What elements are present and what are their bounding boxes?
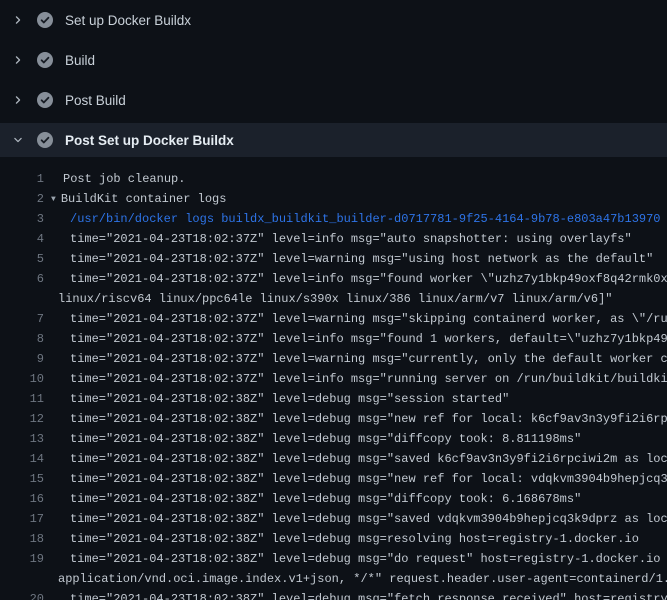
log-line-text: time="2021-04-23T18:02:38Z" level=debug … [70,552,667,566]
log-line-text: time="2021-04-23T18:02:37Z" level=warnin… [70,252,653,266]
line-number[interactable]: 5 [0,249,44,269]
log-line: application/vnd.oci.image.index.v1+json,… [0,569,667,589]
log-line-text: time="2021-04-23T18:02:37Z" level=warnin… [70,312,667,326]
log-line: 13 time="2021-04-23T18:02:38Z" level=deb… [0,429,667,449]
log-line: 4 time="2021-04-23T18:02:37Z" level=info… [0,229,667,249]
steps-list: Set up Docker Buildx Build Post Build [0,0,667,157]
line-number[interactable]: 15 [0,469,44,489]
log-viewer: 1 Post job cleanup. 2 ▼ BuildKit containe… [0,160,667,600]
line-number[interactable]: 2 [0,189,44,209]
log-line: 15 time="2021-04-23T18:02:38Z" level=deb… [0,469,667,489]
log-line-text: time="2021-04-23T18:02:38Z" level=debug … [70,392,509,406]
step-header-build[interactable]: Build [0,40,667,80]
log-line: linux/riscv64 linux/ppc64le linux/s390x … [0,289,667,309]
log-line-text: application/vnd.oci.image.index.v1+json,… [58,572,667,586]
line-number[interactable]: 1 [0,169,44,189]
log-line-text: time="2021-04-23T18:02:38Z" level=debug … [70,452,667,466]
chevron-down-icon [8,135,28,145]
log-line-text: time="2021-04-23T18:02:37Z" level=info m… [70,272,667,286]
log-line-text: time="2021-04-23T18:02:37Z" level=info m… [70,372,667,386]
line-number[interactable] [0,569,44,589]
step-label: Post Build [65,93,126,108]
log-line: 12 time="2021-04-23T18:02:38Z" level=deb… [0,409,667,429]
log-line: 3 /usr/bin/docker logs buildx_buildkit_b… [0,209,667,229]
log-line-text: time="2021-04-23T18:02:37Z" level=info m… [70,332,667,346]
log-line: 17 time="2021-04-23T18:02:38Z" level=deb… [0,509,667,529]
log-line-text: Post job cleanup. [63,172,185,186]
log-line-text: time="2021-04-23T18:02:38Z" level=debug … [70,532,639,546]
line-number[interactable] [0,289,44,309]
log-line-text: time="2021-04-23T18:02:38Z" level=debug … [70,592,667,600]
line-number[interactable]: 9 [0,349,44,369]
log-line: 8 time="2021-04-23T18:02:37Z" level=info… [0,329,667,349]
chevron-right-icon [8,15,28,25]
step-header-set-up-docker-buildx[interactable]: Set up Docker Buildx [0,0,667,40]
line-number[interactable]: 3 [0,209,44,229]
log-line-text: time="2021-04-23T18:02:38Z" level=debug … [70,412,667,426]
log-line: 6 time="2021-04-23T18:02:37Z" level=info… [0,269,667,289]
line-number[interactable]: 19 [0,549,44,569]
log-line-text: time="2021-04-23T18:02:37Z" level=info m… [70,232,632,246]
log-line-text: linux/riscv64 linux/ppc64le linux/s390x … [58,292,613,306]
line-number[interactable]: 16 [0,489,44,509]
collapse-triangle-icon: ▼ [51,190,56,209]
log-line: 18 time="2021-04-23T18:02:38Z" level=deb… [0,529,667,549]
log-line: 7 time="2021-04-23T18:02:37Z" level=warn… [0,309,667,329]
line-number[interactable]: 13 [0,429,44,449]
line-number[interactable]: 10 [0,369,44,389]
step-label: Set up Docker Buildx [65,13,191,28]
log-line: 11 time="2021-04-23T18:02:38Z" level=deb… [0,389,667,409]
log-line-text: time="2021-04-23T18:02:38Z" level=debug … [70,432,581,446]
log-line: 1 Post job cleanup. [0,169,667,189]
log-line: 5 time="2021-04-23T18:02:37Z" level=warn… [0,249,667,269]
step-header-post-build[interactable]: Post Build [0,80,667,120]
log-line-text: time="2021-04-23T18:02:38Z" level=debug … [70,472,667,486]
line-number[interactable]: 18 [0,529,44,549]
line-number[interactable]: 6 [0,269,44,289]
log-line: 2 ▼ BuildKit container logs [0,189,667,209]
line-number[interactable]: 11 [0,389,44,409]
line-number[interactable]: 7 [0,309,44,329]
chevron-right-icon [8,55,28,65]
log-line: 19 time="2021-04-23T18:02:38Z" level=deb… [0,549,667,569]
log-line: 9 time="2021-04-23T18:02:37Z" level=warn… [0,349,667,369]
check-circle-icon [37,92,53,108]
actions-log-panel: Set up Docker Buildx Build Post Build [0,0,667,600]
log-line-text: BuildKit container logs [61,192,227,206]
check-circle-icon [37,12,53,28]
chevron-right-icon [8,95,28,105]
step-header-post-set-up-docker-buildx[interactable]: Post Set up Docker Buildx [0,123,667,157]
line-number[interactable]: 8 [0,329,44,349]
log-line: 14 time="2021-04-23T18:02:38Z" level=deb… [0,449,667,469]
step-label: Post Set up Docker Buildx [65,133,234,148]
line-number[interactable]: 12 [0,409,44,429]
log-line-text: /usr/bin/docker logs buildx_buildkit_bui… [70,212,661,226]
line-number[interactable]: 17 [0,509,44,529]
line-number[interactable]: 14 [0,449,44,469]
log-line: 16 time="2021-04-23T18:02:38Z" level=deb… [0,489,667,509]
log-line: 10 time="2021-04-23T18:02:37Z" level=inf… [0,369,667,389]
log-line-text: time="2021-04-23T18:02:37Z" level=warnin… [70,352,667,366]
log-line: 20 time="2021-04-23T18:02:38Z" level=deb… [0,589,667,600]
check-circle-icon [37,52,53,68]
step-label: Build [65,53,95,68]
log-line-text: time="2021-04-23T18:02:38Z" level=debug … [70,492,581,506]
line-number[interactable]: 4 [0,229,44,249]
check-circle-icon [37,132,53,148]
line-number[interactable]: 20 [0,589,44,600]
log-line-text: time="2021-04-23T18:02:38Z" level=debug … [70,512,667,526]
